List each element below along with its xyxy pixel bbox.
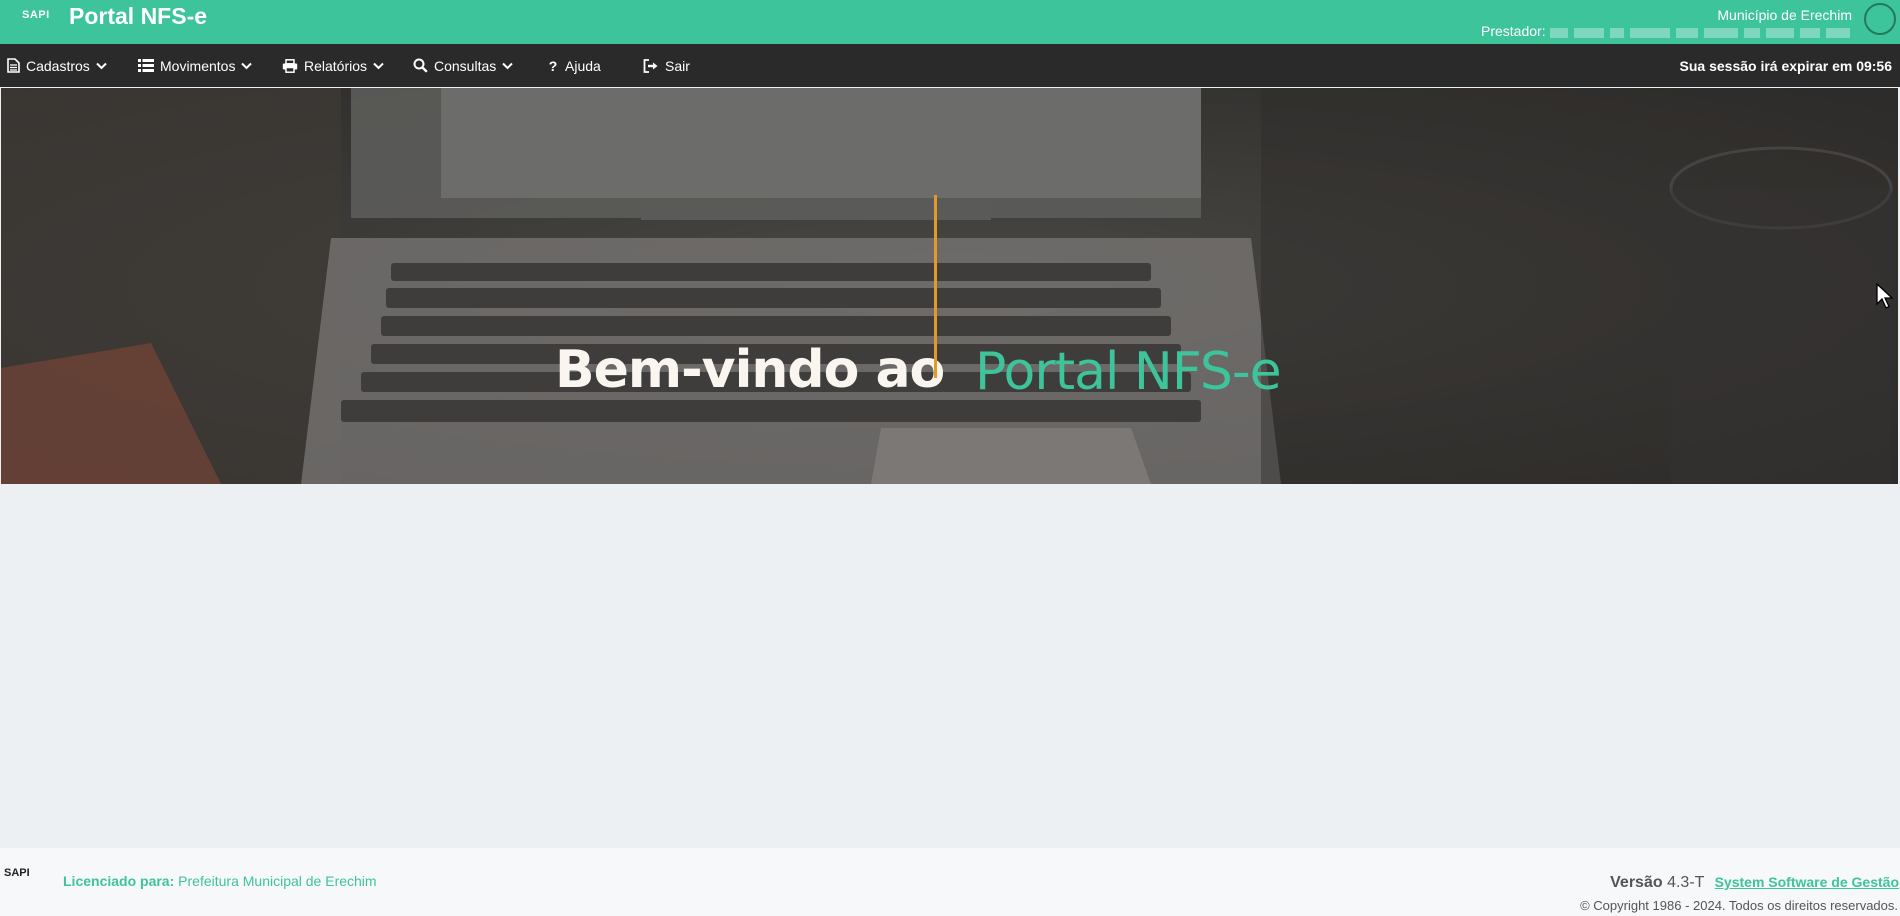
- version-label: Versão: [1610, 874, 1663, 891]
- user-avatar[interactable]: [1864, 3, 1896, 35]
- print-icon: [282, 58, 298, 73]
- mouse-cursor-icon: [1876, 283, 1894, 309]
- nav-ajuda[interactable]: ? Ajuda: [547, 44, 601, 87]
- chevron-down-icon: [96, 62, 107, 69]
- nav-consultas[interactable]: Consultas: [413, 44, 513, 87]
- nav-label: Relatórios: [304, 57, 368, 74]
- sapi-logo: SAPI: [22, 9, 50, 21]
- sapi-footer-logo: SAPI: [4, 867, 30, 879]
- main-nav: Cadastros Movimentos Relatórios Consulta…: [0, 44, 1900, 87]
- nav-movimentos[interactable]: Movimentos: [138, 44, 253, 87]
- chevron-down-icon: [373, 62, 384, 69]
- licensed-label: Licenciado para:: [63, 873, 175, 889]
- company-link[interactable]: System Software de Gestão: [1715, 874, 1899, 890]
- nav-label: Movimentos: [160, 57, 236, 74]
- nav-sair[interactable]: Sair: [643, 44, 690, 87]
- nav-label: Ajuda: [565, 57, 601, 74]
- sign-out-icon: [643, 58, 658, 73]
- nav-label: Sair: [665, 57, 690, 74]
- welcome-text: Bem-vindo ao: [555, 340, 945, 400]
- session-timer: Sua sessão irá expirar em 09:56: [1679, 57, 1892, 74]
- welcome-banner: Bem-vindo ao Portal NFS-e: [1, 88, 1898, 484]
- chevron-down-icon: [241, 62, 253, 69]
- search-icon: [413, 58, 428, 73]
- license-info: Licenciado para: Prefeitura Municipal de…: [63, 873, 377, 889]
- list-icon: [138, 59, 154, 72]
- app-title: Portal NFS-e: [69, 3, 208, 29]
- version-info: Versão 4.3-T System Software de Gestão: [1610, 874, 1899, 892]
- licensee-name: Prefeitura Municipal de Erechim: [178, 873, 377, 889]
- copyright-text: © Copyright 1986 - 2024. Todos os direit…: [1580, 898, 1898, 913]
- nav-relatorios[interactable]: Relatórios: [282, 44, 384, 87]
- banner-background-image: [1, 88, 1898, 484]
- prestador-value-redacted: [1550, 28, 1856, 38]
- version-number: 4.3-T: [1667, 874, 1705, 891]
- chevron-down-icon: [502, 62, 513, 69]
- municipio-name: Município de Erechim: [1717, 7, 1852, 23]
- footer: SAPI Licenciado para: Prefeitura Municip…: [0, 848, 1900, 916]
- question-icon: ?: [548, 57, 558, 74]
- file-icon: [7, 58, 20, 73]
- portal-name-text: Portal NFS-e: [975, 342, 1282, 402]
- prestador-label: Prestador:: [1481, 23, 1546, 39]
- top-header: SAPI Portal NFS-e Município de Erechim P…: [0, 0, 1900, 44]
- nav-label: Cadastros: [26, 57, 90, 74]
- nav-cadastros[interactable]: Cadastros: [7, 44, 107, 87]
- nav-label: Consultas: [434, 57, 497, 74]
- banner-divider: [934, 195, 937, 378]
